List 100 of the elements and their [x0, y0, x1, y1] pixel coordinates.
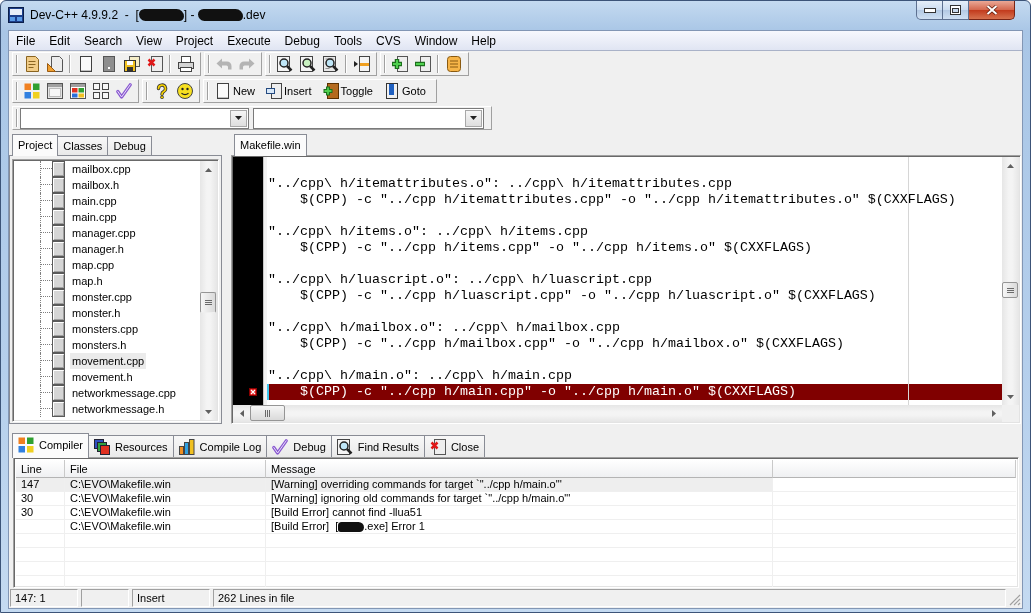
- down-arrow-icon[interactable]: [1007, 394, 1014, 399]
- table-row[interactable]: 30 C:\EVO\Makefile.win [Warning] ignoring old commands for target `"../cpp h/main.o"': [16, 492, 773, 506]
- tree-item[interactable]: manager.cpp: [70, 225, 138, 241]
- tree-item[interactable]: monsters.cpp: [70, 321, 141, 337]
- toolbar-button[interactable]: Insert: [262, 80, 319, 102]
- file-icon: [52, 193, 65, 209]
- file-icon: [52, 369, 65, 385]
- edit-mode: Insert: [132, 589, 210, 607]
- menu-item[interactable]: Help: [464, 31, 504, 50]
- close-button[interactable]: [969, 1, 1015, 20]
- check-icon: [115, 83, 132, 99]
- file-icon: [52, 289, 65, 305]
- down-arrow-icon[interactable]: [205, 409, 212, 414]
- toolbar-button[interactable]: Goto: [379, 80, 433, 102]
- caret-icon: [235, 116, 242, 120]
- menu-item[interactable]: Window: [407, 31, 465, 50]
- menu-item[interactable]: Execute: [220, 31, 278, 50]
- code-line: "../cpp\ h/items.o": ../cpp\ h/items.cpp: [268, 224, 588, 239]
- minimize-button[interactable]: [916, 1, 943, 20]
- table-cell: .exe] Error 1: [364, 520, 425, 533]
- vertical-scrollbar[interactable]: [200, 161, 217, 420]
- tab[interactable]: Close: [423, 435, 486, 457]
- code-line: "../cpp\ h/main.o": ../cpp\ h/main.cpp: [268, 368, 572, 383]
- menu-item[interactable]: Project: [168, 31, 221, 50]
- menu-item[interactable]: CVS: [368, 31, 408, 50]
- horizontal-scrollbar[interactable]: [233, 405, 1002, 422]
- dropdown-button[interactable]: [230, 109, 247, 127]
- toolbar-button[interactable]: New: [211, 80, 262, 102]
- column-header[interactable]: Line: [16, 460, 65, 478]
- tree-item[interactable]: manager.h: [70, 241, 126, 257]
- dropdown-field[interactable]: [20, 107, 249, 129]
- toolbar-button[interactable]: Toggle: [318, 80, 380, 102]
- up-arrow-icon[interactable]: [1007, 163, 1014, 168]
- tab[interactable]: Classes: [57, 136, 109, 155]
- tab[interactable]: Resources: [88, 435, 174, 457]
- maximize-icon: [950, 5, 961, 15]
- table-cell: 147: [21, 478, 40, 491]
- tree-item[interactable]: mailbox.h: [70, 177, 122, 193]
- menu-item[interactable]: Tools: [326, 31, 369, 50]
- cursor-position: 147: 1: [10, 589, 78, 607]
- tab[interactable]: Makefile.win: [234, 134, 307, 156]
- tiles-icon: [23, 83, 40, 99]
- menu-item[interactable]: Debug: [277, 31, 327, 50]
- file-icon: [52, 305, 65, 321]
- redaction-mark: [138, 9, 184, 21]
- table-row[interactable]: C:\EVO\Makefile.win [Build Error] [ .exe] Error 1: [16, 520, 773, 534]
- resize-grip-icon: [1009, 594, 1021, 606]
- right-arrow-icon[interactable]: [991, 410, 996, 417]
- tab[interactable]: Project: [12, 134, 59, 156]
- tree-item[interactable]: monster.cpp: [70, 289, 134, 305]
- tab[interactable]: Debug: [107, 136, 152, 155]
- menu-item[interactable]: File: [9, 31, 43, 50]
- menu-item[interactable]: Search: [77, 31, 130, 50]
- left-arrow-icon[interactable]: [239, 410, 244, 417]
- table-cell: C:\EVO\Makefile.win: [70, 506, 171, 519]
- code-line: "../cpp\ h/itemattributes.o": ../cpp\ h/itemattributes.cpp: [268, 176, 732, 191]
- up-arrow-icon[interactable]: [205, 167, 212, 172]
- tree-item[interactable]: main.cpp: [70, 193, 119, 209]
- tree-item[interactable]: movement.cpp: [70, 353, 147, 369]
- tree-item[interactable]: main.cpp: [70, 209, 119, 225]
- tree-item[interactable]: movement.h: [70, 369, 135, 385]
- window-title: .dev: [242, 8, 266, 22]
- tree-item[interactable]: monster.h: [70, 305, 123, 321]
- tree-item[interactable]: map.h: [70, 273, 105, 289]
- tree-item[interactable]: map.cpp: [70, 257, 117, 273]
- tree-item[interactable]: networkmessage.h: [70, 401, 167, 417]
- tab[interactable]: Find Results: [330, 435, 425, 457]
- tab[interactable]: Compiler: [12, 433, 89, 458]
- tree-item[interactable]: mailbox.cpp: [70, 161, 133, 177]
- scrollbar-thumb[interactable]: [200, 292, 216, 313]
- table-row[interactable]: 147 C:\EVO\Makefile.win [Warning] overriding commands for target `"../cpp h/main.o"': [16, 478, 773, 492]
- undo-icon: [215, 58, 232, 70]
- file-icon: [52, 353, 65, 369]
- menu-item[interactable]: View: [129, 31, 169, 50]
- file-icon: [52, 273, 65, 289]
- vertical-scrollbar[interactable]: [1002, 157, 1019, 405]
- dropdown-field[interactable]: [253, 107, 484, 129]
- tab[interactable]: Debug: [266, 435, 332, 457]
- redaction-mark: [197, 9, 243, 21]
- floppy-icon: [123, 56, 140, 72]
- insert-box-icon: [266, 83, 282, 99]
- tree-item[interactable]: monsters.h: [70, 337, 129, 353]
- tab[interactable]: Compile Log: [172, 435, 268, 457]
- document-icon: [23, 56, 40, 72]
- dropdown-button[interactable]: [465, 109, 482, 127]
- code-line: $(CPP) -c "../cpp h/itemattributes.cpp" -o "../cpp h/itemattributes.o" $(CXXFLAGS): [300, 192, 956, 207]
- redaction-mark: [338, 521, 365, 532]
- table-cell: C:\EVO\Makefile.win: [70, 478, 171, 491]
- column-header[interactable]: File: [65, 460, 266, 478]
- bookmark-icon: [383, 83, 400, 99]
- scrollbar-thumb[interactable]: [1002, 282, 1018, 298]
- scrollbar-thumb[interactable]: [250, 405, 285, 421]
- menu-item[interactable]: Edit: [42, 31, 78, 50]
- table-row[interactable]: 30 C:\EVO\Makefile.win [Build Error] cannot find -llua51: [16, 506, 773, 520]
- maximize-button[interactable]: [943, 1, 969, 20]
- note-icon: [445, 56, 462, 72]
- tree-item[interactable]: networkmessage.cpp: [70, 385, 178, 401]
- column-header[interactable]: Message: [266, 460, 773, 478]
- window-title: ] -: [183, 8, 196, 22]
- file-icon: [52, 401, 65, 417]
